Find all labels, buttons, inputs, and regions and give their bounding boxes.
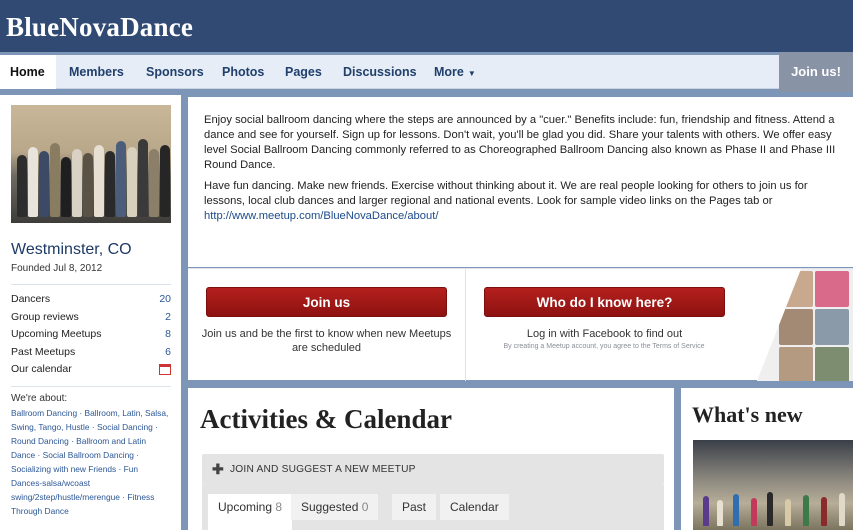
founded-date: Founded Jul 8, 2012 xyxy=(11,263,103,274)
photo-figure xyxy=(767,492,773,526)
tab-more-label: More xyxy=(434,65,464,79)
tab-calendar[interactable]: Calendar xyxy=(440,494,509,520)
site-logo[interactable]: BlueNovaDance xyxy=(6,12,193,43)
photo-figure xyxy=(116,141,126,217)
member-avatar[interactable] xyxy=(815,309,849,345)
stat-value: 6 xyxy=(165,345,171,358)
photo-figure xyxy=(94,145,104,217)
photo-figure xyxy=(138,139,148,217)
tab-pages[interactable]: Pages xyxy=(275,55,332,89)
tab-suggested[interactable]: Suggested 0 xyxy=(291,494,379,520)
about-topics[interactable]: Ballroom Dancing · Ballroom, Latin, Sals… xyxy=(11,406,171,518)
join-us-cta-button[interactable]: Join us xyxy=(206,287,447,317)
photo-figure xyxy=(821,497,827,526)
tab-upcoming[interactable]: Upcoming 8 xyxy=(208,494,293,530)
stat-label: Our calendar xyxy=(11,363,72,375)
stat-value: 20 xyxy=(159,293,171,305)
whats-new-panel: What's new xyxy=(681,388,853,530)
main-nav: Home Members Sponsors Photos Pages Discu… xyxy=(0,55,853,89)
photo-figure xyxy=(17,155,27,217)
photo-figure xyxy=(72,149,82,217)
member-avatar[interactable] xyxy=(815,347,849,381)
tab-upcoming-count: 8 xyxy=(275,500,283,514)
tab-more[interactable]: More ▼ xyxy=(424,55,486,89)
who-do-i-know-button[interactable]: Who do I know here? xyxy=(484,287,725,317)
photo-figure xyxy=(733,494,739,526)
photo-figure xyxy=(39,151,49,217)
photo-figure xyxy=(28,147,38,217)
photo-figure xyxy=(105,151,115,217)
plus-icon: ✚ xyxy=(212,461,224,477)
about-section: We're about: Ballroom Dancing · Ballroom… xyxy=(11,386,171,518)
whats-new-title: What's new xyxy=(692,402,803,427)
activities-title: Activities & Calendar xyxy=(200,404,452,434)
cta-divider xyxy=(465,269,466,381)
stat-past-meetups[interactable]: Past Meetups 6 xyxy=(11,346,171,364)
photo-figure xyxy=(61,157,71,217)
whats-new-photo[interactable] xyxy=(693,440,853,530)
member-avatar[interactable] xyxy=(815,271,849,307)
member-faces xyxy=(757,269,853,381)
activities-calendar-panel: Activities & Calendar ✚ JOIN AND SUGGEST… xyxy=(188,388,674,530)
photo-figure xyxy=(785,499,791,526)
site-header: BlueNovaDance xyxy=(0,0,853,52)
group-stats: Dancers 20 Group reviews 2 Upcoming Meetup… xyxy=(11,284,171,381)
stat-label: Past Meetups xyxy=(11,345,76,358)
description-paragraph-1: Enjoy social ballroom dancing where the … xyxy=(204,114,836,171)
photo-figure xyxy=(703,496,709,526)
facebook-login-text: Log in with Facebook to find out xyxy=(526,328,683,340)
tab-home[interactable]: Home xyxy=(0,55,56,89)
terms-fine-print: By creating a Meetup account, you agree … xyxy=(503,343,705,350)
description-text-2: Have fun dancing. Make new friends. Exer… xyxy=(204,180,808,207)
group-photo[interactable] xyxy=(11,105,171,223)
photo-figure xyxy=(83,153,93,217)
stat-value: 8 xyxy=(165,328,171,340)
call-to-action-panel: Join us Join us and be the first to know… xyxy=(188,268,853,381)
stat-label: Dancers xyxy=(11,293,51,305)
photo-figure xyxy=(50,143,60,217)
about-link[interactable]: http://www.meetup.com/BlueNovaDance/abou… xyxy=(204,210,438,222)
activities-tabs: Upcoming 8 Suggested 0 Past Calendar xyxy=(202,484,664,530)
stat-group-reviews[interactable]: Group reviews 2 xyxy=(11,311,171,329)
photo-figure xyxy=(717,500,723,526)
tab-members[interactable]: Members xyxy=(59,55,134,89)
page-peel-decoration xyxy=(757,269,801,381)
join-us-text: Join us and be the first to know when ne… xyxy=(201,328,452,354)
stat-upcoming-meetups[interactable]: Upcoming Meetups 8 xyxy=(11,328,171,346)
about-label: We're about: xyxy=(11,393,68,404)
group-sidebar: Westminster, CO Founded Jul 8, 2012 Danc… xyxy=(0,95,181,530)
tab-sponsors[interactable]: Sponsors xyxy=(136,55,214,89)
tab-suggested-count: 0 xyxy=(361,500,369,514)
tab-discussions[interactable]: Discussions xyxy=(333,55,427,89)
stat-our-calendar[interactable]: Our calendar xyxy=(11,363,171,381)
suggest-meetup-button[interactable]: ✚ JOIN AND SUGGEST A NEW MEETUP xyxy=(202,454,664,484)
description-paragraph-2: Have fun dancing. Make new friends. Exer… xyxy=(204,179,839,224)
tab-suggested-label: Suggested xyxy=(301,500,359,514)
photo-figure xyxy=(751,498,757,526)
group-description: Enjoy social ballroom dancing where the … xyxy=(188,97,853,267)
group-city: Westminster, CO xyxy=(11,241,132,258)
stat-dancers[interactable]: Dancers 20 xyxy=(11,293,171,311)
stat-label: Group reviews xyxy=(11,310,79,323)
tab-past[interactable]: Past xyxy=(392,494,437,520)
stat-label: Upcoming Meetups xyxy=(11,328,102,340)
chevron-down-icon: ▼ xyxy=(467,69,476,78)
calendar-icon xyxy=(159,364,171,375)
stat-value: 2 xyxy=(165,310,171,323)
photo-figure xyxy=(127,147,137,217)
photo-figure xyxy=(160,145,170,217)
join-us-button[interactable]: Join us! xyxy=(779,52,853,92)
tab-upcoming-label: Upcoming xyxy=(218,500,273,514)
suggest-meetup-label: JOIN AND SUGGEST A NEW MEETUP xyxy=(230,464,416,475)
photo-figure xyxy=(803,495,809,526)
tab-photos[interactable]: Photos xyxy=(212,55,274,89)
photo-figure xyxy=(839,493,845,526)
photo-figure xyxy=(149,149,159,217)
